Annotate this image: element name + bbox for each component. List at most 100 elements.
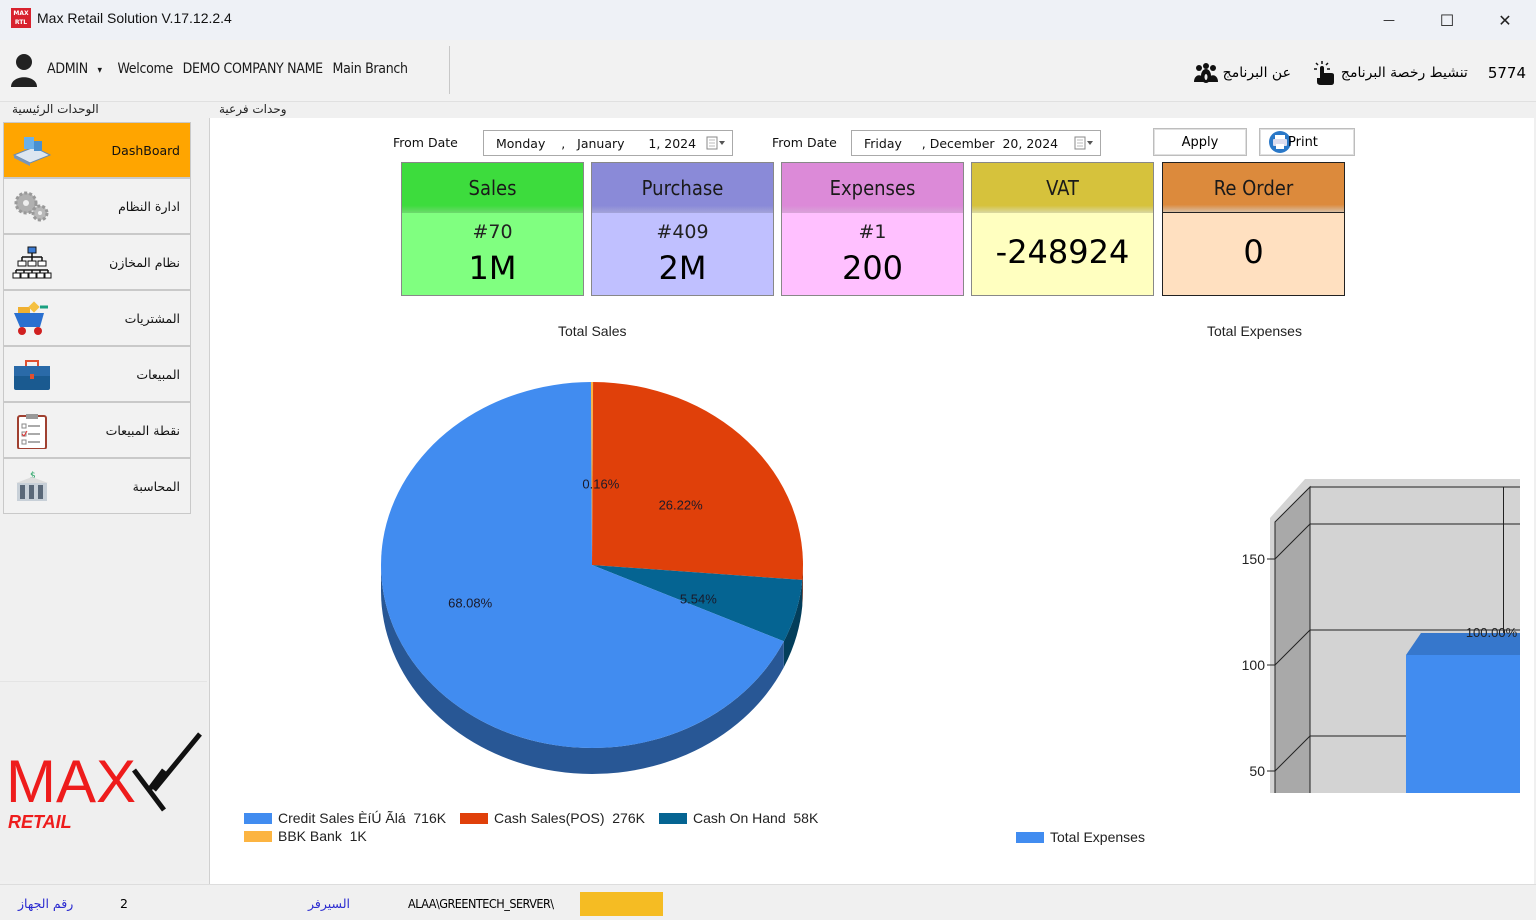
device-label: رقم الجهاز — [18, 896, 74, 911]
sidebar-item-system-admin[interactable]: ادارة النظام — [3, 178, 191, 234]
card-value: 2M — [658, 249, 707, 287]
main-units-label: الوحدات الرئيسية — [12, 102, 99, 116]
legend-label: Total Expenses — [1050, 829, 1145, 845]
vat-card[interactable]: VAT -248924 — [971, 162, 1154, 296]
about-button[interactable]: عن البرنامج — [1193, 62, 1291, 84]
toolbar-actions: عن البرنامج تنشيط رخصة البرنامج 5774 — [1193, 60, 1526, 86]
card-value: 200 — [841, 249, 904, 287]
card-value: 1M — [468, 249, 517, 287]
branch-name: Main Branch — [332, 61, 409, 77]
sub-units-label: وحدات فرعية — [219, 102, 287, 116]
legend-label: Cash On Hand 58K — [693, 810, 819, 826]
user-dropdown[interactable]: ADMIN ▾ — [47, 61, 108, 77]
card-count: #1 — [858, 221, 887, 243]
bar-data-label: 100.00% — [1466, 625, 1518, 640]
device-number: 2 — [120, 896, 128, 911]
team-icon — [1193, 63, 1218, 83]
sidebar-item-purchases[interactable]: المشتريات — [3, 290, 191, 346]
sidebar-item-label: نقطة المبيعات — [105, 423, 180, 438]
title-bar: MAX RTL Max Retail Solution V.17.12.2.4 —… — [0, 0, 1536, 40]
pie-data-label: 5.54% — [680, 592, 717, 607]
purchase-card[interactable]: Purchase #409 2M — [591, 162, 774, 296]
activate-license-button[interactable]: تنشيط رخصة البرنامج — [1311, 60, 1468, 86]
legend-swatch — [659, 812, 687, 824]
pie-data-label: 26.22% — [659, 497, 704, 512]
minimize-button[interactable]: — — [1360, 0, 1418, 40]
pie-slice — [592, 382, 803, 580]
redacted-highlight — [580, 892, 663, 916]
clipboard-icon — [17, 414, 47, 449]
chevron-down-icon[interactable]: ▾ — [98, 65, 103, 76]
from-date-label-2: From Date — [772, 135, 837, 150]
server-value: ALAA\GREENTECH_SERVER\ — [408, 896, 554, 911]
bank-icon: $ — [16, 471, 48, 501]
sales-card[interactable]: Sales #70 1M — [401, 162, 584, 296]
legend-swatch — [244, 812, 272, 824]
legend-swatch — [244, 830, 272, 842]
close-button[interactable]: ✕ — [1476, 0, 1534, 40]
y-tick-label: 50 — [1249, 763, 1265, 779]
chart-left-wall — [1274, 485, 1311, 793]
sidebar-item-label: المبيعات — [136, 367, 180, 382]
card-count: #409 — [656, 221, 709, 243]
server-label: السيرفر — [308, 896, 350, 911]
toolbar-divider — [449, 46, 450, 94]
about-label[interactable]: عن البرنامج — [1223, 65, 1291, 81]
from-date-value: Monday , January 1, 2024 — [496, 135, 697, 151]
sidebar-item-pos[interactable]: نقطة المبيعات — [3, 402, 191, 458]
pie-data-label: 0.16% — [582, 476, 619, 491]
hierarchy-icon — [12, 246, 52, 279]
pie-legend-item: Credit Sales ÈíÚ Ãlá 716K — [244, 810, 446, 826]
expenses-card[interactable]: Expenses #1 200 — [781, 162, 964, 296]
calendar-dropdown-icon[interactable] — [706, 136, 726, 150]
status-bar: رقم الجهاز 2 السيرفر ALAA\GREENTECH_SERV… — [0, 884, 1536, 920]
pie-legend-item: BBK Bank 1K — [244, 828, 367, 844]
pie-chart-title: Total Sales — [558, 323, 627, 339]
logo-sub-text: RETAIL — [8, 812, 72, 832]
reorder-card[interactable]: Re Order 0 — [1162, 162, 1345, 296]
card-count: #70 — [472, 221, 513, 243]
hand-click-icon — [1313, 61, 1334, 85]
apply-button[interactable]: Apply — [1153, 128, 1247, 156]
pie-legend-item: Cash Sales(POS) 276K — [460, 810, 645, 826]
user-avatar-icon — [11, 54, 37, 87]
calendar-dropdown-icon[interactable] — [1074, 136, 1094, 150]
sidebar-item-label: نظام المخازن — [109, 255, 180, 270]
sidebar-nav: DashBoard ادارة النظام نظام المخازن المش… — [3, 122, 191, 514]
sidebar-item-accounting[interactable]: $ المحاسبة — [3, 458, 191, 514]
card-header: Expenses — [782, 163, 963, 213]
maximize-icon: ☐ — [1439, 10, 1455, 30]
to-date-value: Friday , December 20, 2024 — [864, 135, 1059, 151]
total-expenses-bar-chart: 050100150100.00%Accounting مصروفات محاسب… — [1242, 479, 1520, 793]
logo-main-text: MAX — [6, 748, 136, 815]
legend-swatch — [460, 812, 488, 824]
total-sales-pie-chart: 0.16% 26.22% 5.54% 68.08% — [381, 382, 803, 774]
pie-data-label: 68.08% — [448, 595, 493, 610]
card-header: Purchase — [592, 163, 773, 213]
card-value: 0 — [1243, 233, 1264, 271]
y-tick-label: 100 — [1242, 657, 1266, 673]
card-header: Re Order — [1163, 163, 1344, 213]
sidebar-item-sales[interactable]: المبيعات — [3, 346, 191, 402]
legend-swatch — [1016, 831, 1044, 843]
dashboard-icon — [12, 137, 52, 166]
sidebar-item-inventory[interactable]: نظام المخازن — [3, 234, 191, 290]
sidebar-item-label: المحاسبة — [132, 479, 180, 494]
sidebar-item-label: المشتريات — [124, 311, 180, 326]
close-icon: ✕ — [1498, 10, 1512, 30]
sidebar-item-dashboard[interactable]: DashBoard — [3, 122, 191, 178]
activate-license-label[interactable]: تنشيط رخصة البرنامج — [1341, 65, 1468, 81]
sidebar-item-label: ادارة النظام — [118, 199, 180, 214]
legend-label: Credit Sales ÈíÚ Ãlá 716K — [278, 810, 447, 826]
card-value: -248924 — [995, 233, 1130, 271]
print-button[interactable]: Print — [1259, 128, 1355, 156]
maximize-button[interactable]: ☐ — [1418, 0, 1476, 40]
legend-label: BBK Bank 1K — [278, 828, 367, 844]
user-name[interactable]: ADMIN — [47, 61, 88, 77]
pie-legend-item: Cash On Hand 58K — [659, 810, 818, 826]
top-toolbar: ADMIN ▾ Welcome DEMO COMPANY NAME Main B… — [0, 40, 1536, 102]
from-date-picker[interactable]: Monday , January 1, 2024 — [483, 130, 733, 156]
max-retail-logo: MAX RETAIL — [6, 732, 202, 832]
to-date-picker[interactable]: Friday , December 20, 2024 — [851, 130, 1101, 156]
briefcase-icon — [14, 360, 50, 390]
